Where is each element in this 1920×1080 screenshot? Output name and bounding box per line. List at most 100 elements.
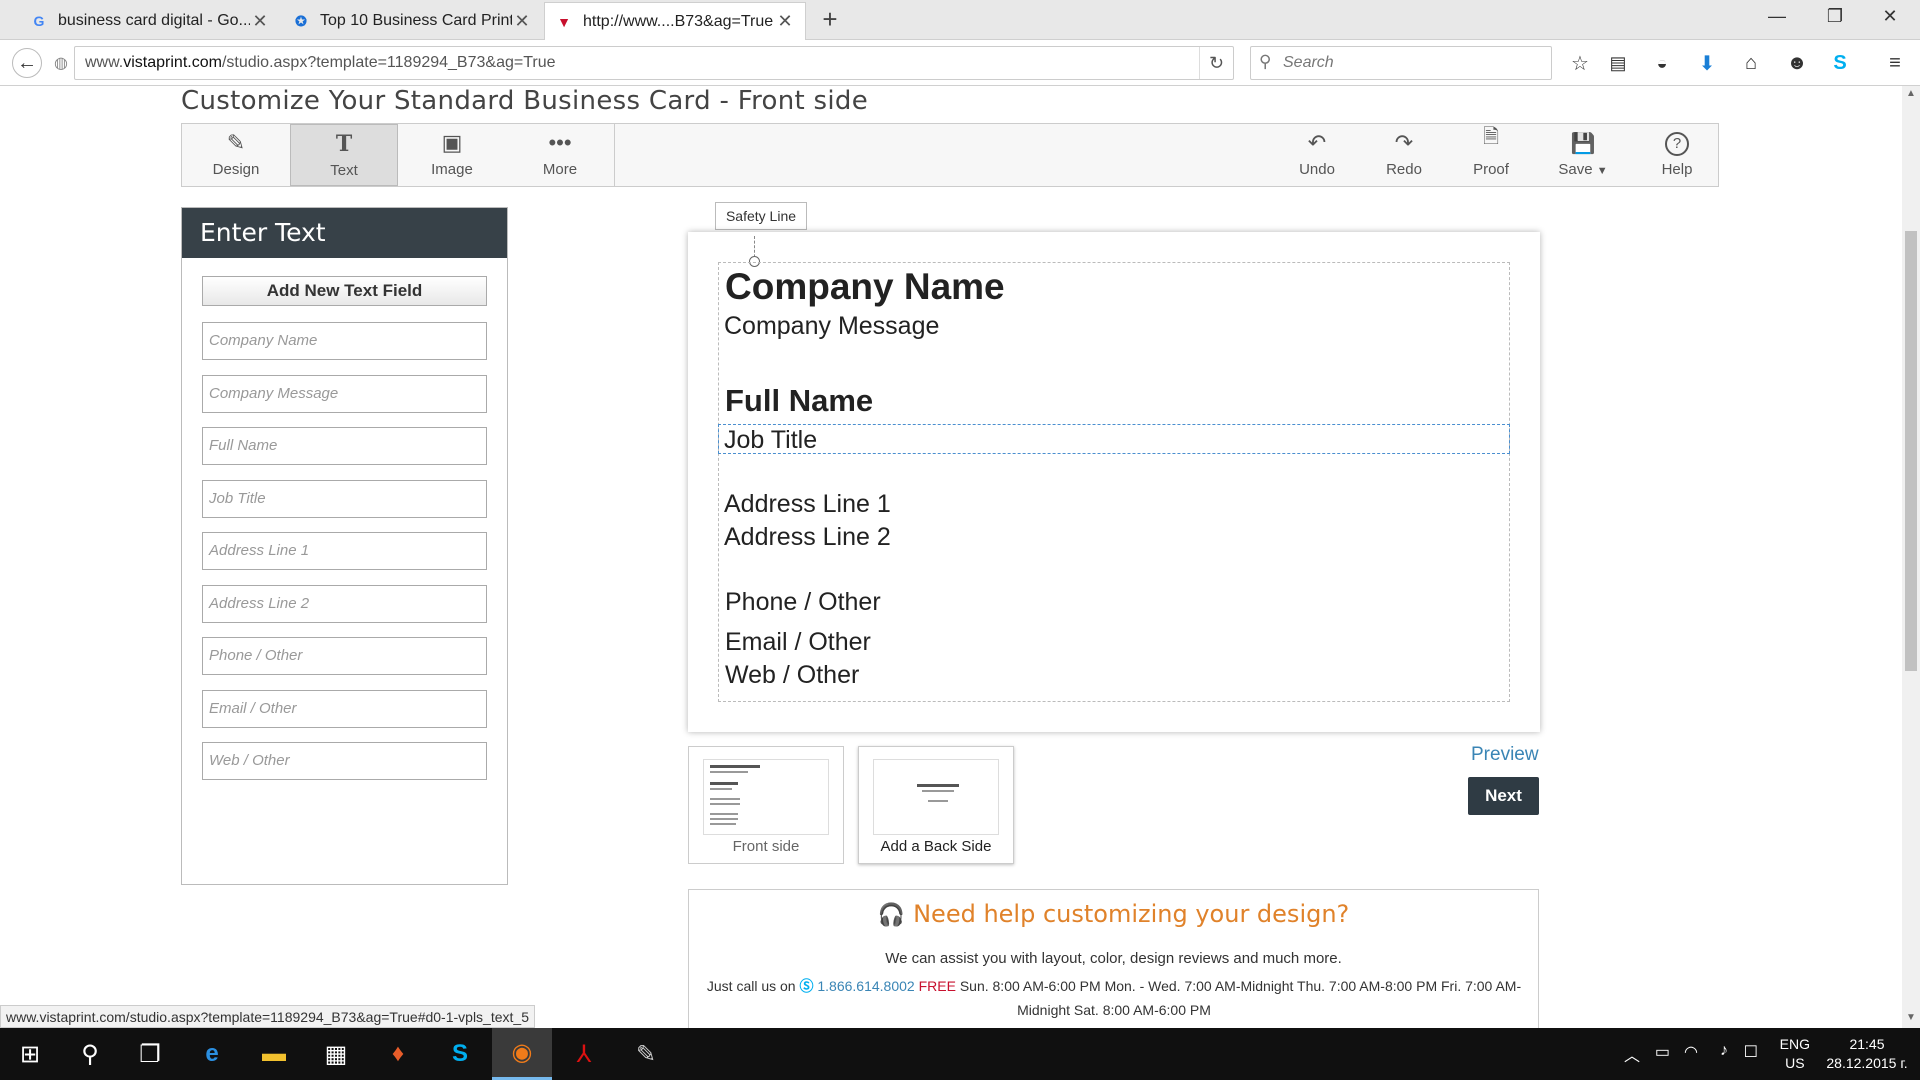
tab-title: http://www....B73&ag=True <box>583 12 774 30</box>
bookmark-star-icon[interactable]: ☆ <box>1565 48 1595 78</box>
card-address-line-1[interactable]: Address Line 1 <box>724 490 891 519</box>
card-company-message[interactable]: Company Message <box>724 312 939 341</box>
help-phone-link[interactable]: 1.866.614.8002 <box>817 978 914 994</box>
tool-save-row: Save ▼ <box>1543 161 1623 178</box>
notification-icon[interactable]: ☐ <box>1744 1042 1758 1062</box>
skype-icon[interactable]: S <box>1825 48 1855 78</box>
tool-label: Image <box>431 161 473 178</box>
url-bar[interactable]: www.vistaprint.com/studio.aspx?template=… <box>74 46 1234 80</box>
phone-field[interactable]: Phone / Other <box>202 637 487 675</box>
close-icon[interactable]: ✕ <box>512 11 532 32</box>
menu-icon[interactable]: ≡ <box>1880 48 1910 78</box>
page-scrollbar[interactable]: ▲ ▼ <box>1902 86 1920 1028</box>
tool-undo[interactable]: ↶ Undo <box>1282 124 1352 186</box>
file-explorer-icon[interactable]: ▬ <box>244 1028 304 1080</box>
paint-icon[interactable]: ♦ <box>368 1028 428 1080</box>
card-job-title[interactable]: Job Title <box>724 426 817 455</box>
volume-icon[interactable]: ♪ <box>1720 1042 1728 1060</box>
safety-line-toggle[interactable]: Safety Line <box>715 202 807 230</box>
card-phone[interactable]: Phone / Other <box>725 588 881 617</box>
windows-taskbar: ⊞ ⚲ ❐ e ▬ ▦ ♦ S ◉ ⅄ ✎ ︿ ▭ ◠ ♪ ☐ ENG US 21… <box>0 1028 1920 1080</box>
thumb-label: Front side <box>732 838 800 855</box>
skype-icon: Ⓢ <box>799 978 814 994</box>
tab-top10[interactable]: ✪ Top 10 Business Card Print... ✕ <box>282 2 542 40</box>
tool-label: Proof <box>1473 161 1509 178</box>
card-full-name[interactable]: Full Name <box>725 383 873 419</box>
search-placeholder: Search <box>1283 54 1334 71</box>
tool-image[interactable]: ▣ Image <box>398 124 506 186</box>
tool-label: Help <box>1661 161 1693 178</box>
skype-icon[interactable]: S <box>430 1028 490 1080</box>
clock[interactable]: 21:45 28.12.2015 г. <box>1822 1035 1912 1073</box>
next-button[interactable]: Next <box>1468 777 1539 815</box>
help-title: 🎧 Need help customizing your design? <box>877 900 1350 928</box>
store-icon[interactable]: ▦ <box>306 1028 366 1080</box>
panel-heading: Enter Text <box>182 208 507 258</box>
tool-help[interactable]: ? Help <box>1642 124 1712 186</box>
status-bar-url: www.vistaprint.com/studio.aspx?template=… <box>0 1005 535 1028</box>
new-tab-button[interactable]: + <box>815 4 845 35</box>
address-line-1-field[interactable]: Address Line 1 <box>202 532 487 570</box>
scroll-up-icon[interactable]: ▲ <box>1905 88 1917 99</box>
battery-icon[interactable]: ▭ <box>1655 1042 1670 1062</box>
back-button[interactable]: ← <box>12 48 42 78</box>
home-icon[interactable]: ⌂ <box>1736 48 1766 78</box>
search-box[interactable]: ⚲ Search <box>1250 46 1552 80</box>
company-message-field[interactable]: Company Message <box>202 375 487 413</box>
browser-tab-bar: G business card digital - Go... ✕ ✪ Top … <box>0 0 1920 40</box>
site-icon: ✪ <box>295 12 307 29</box>
wifi-icon[interactable]: ◠ <box>1684 1042 1698 1062</box>
chevron-up-icon[interactable]: ︿ <box>1624 1042 1640 1066</box>
address-line-2-field[interactable]: Address Line 2 <box>202 585 487 623</box>
email-field[interactable]: Email / Other <box>202 690 487 728</box>
help-icon: ? <box>1642 124 1712 156</box>
tool-more[interactable]: ••• More <box>506 124 614 186</box>
tool-text[interactable]: T Text <box>290 124 398 186</box>
close-window-button[interactable]: ✕ <box>1870 6 1910 27</box>
tool-proof[interactable]: 🗎 Proof <box>1456 124 1526 186</box>
reading-list-icon[interactable]: ▤ <box>1603 48 1633 78</box>
preview-link[interactable]: Preview <box>1471 744 1539 766</box>
restore-button[interactable]: ❐ <box>1815 6 1855 27</box>
thumb-label: Add a Back Side <box>880 838 992 855</box>
card-address-line-2[interactable]: Address Line 2 <box>724 523 891 552</box>
acrobat-icon[interactable]: ⅄ <box>554 1028 614 1080</box>
tab-google-search[interactable]: G business card digital - Go... ✕ <box>20 2 280 40</box>
tab-vistaprint[interactable]: ▼ http://www....B73&ag=True ✕ <box>544 2 806 40</box>
card-email[interactable]: Email / Other <box>725 628 871 657</box>
reload-icon[interactable]: ↻ <box>1199 47 1233 79</box>
chat-icon[interactable]: ☻ <box>1782 48 1812 78</box>
tool-design[interactable]: ✎ Design <box>182 124 290 186</box>
search-icon: ⚲ <box>1259 52 1272 71</box>
full-name-field[interactable]: Full Name <box>202 427 487 465</box>
firefox-icon[interactable]: ◉ <box>492 1028 552 1080</box>
selected-text-box[interactable] <box>718 424 1510 454</box>
card-company-name[interactable]: Company Name <box>725 266 1005 308</box>
web-field[interactable]: Web / Other <box>202 742 487 780</box>
close-icon[interactable]: ✕ <box>250 11 270 32</box>
edge-icon[interactable]: e <box>182 1028 242 1080</box>
download-icon[interactable]: ⬇ <box>1692 48 1722 78</box>
windows-start-icon[interactable]: ⊞ <box>0 1028 60 1080</box>
task-view-icon[interactable]: ❐ <box>120 1028 180 1080</box>
front-side-preview <box>703 759 829 835</box>
minimize-button[interactable]: — <box>1757 6 1797 27</box>
site-identity-icon[interactable]: ◍ <box>46 48 76 78</box>
scroll-thumb[interactable] <box>1905 231 1917 671</box>
help-call-text: Just call us on Ⓢ 1.866.614.8002 FREE Su… <box>706 978 1522 1018</box>
back-side-preview <box>873 759 999 835</box>
company-name-field[interactable]: Company Name <box>202 322 487 360</box>
add-back-side-thumbnail[interactable]: Add a Back Side <box>858 746 1014 864</box>
pocket-icon[interactable]: ◒ <box>1647 48 1677 78</box>
language-indicator[interactable]: ENG US <box>1780 1035 1810 1073</box>
job-title-field[interactable]: Job Title <box>202 480 487 518</box>
tool-save[interactable]: 💾 Save ▼ <box>1543 124 1623 186</box>
add-text-field-button[interactable]: Add New Text Field <box>202 276 487 306</box>
card-web[interactable]: Web / Other <box>725 661 859 690</box>
scroll-down-icon[interactable]: ▼ <box>1905 1012 1917 1023</box>
front-side-thumbnail[interactable]: Front side <box>688 746 844 864</box>
close-icon[interactable]: ✕ <box>775 11 795 32</box>
paint-brush-icon[interactable]: ✎ <box>616 1028 676 1080</box>
search-icon[interactable]: ⚲ <box>60 1028 120 1080</box>
tool-redo[interactable]: ↷ Redo <box>1369 124 1439 186</box>
